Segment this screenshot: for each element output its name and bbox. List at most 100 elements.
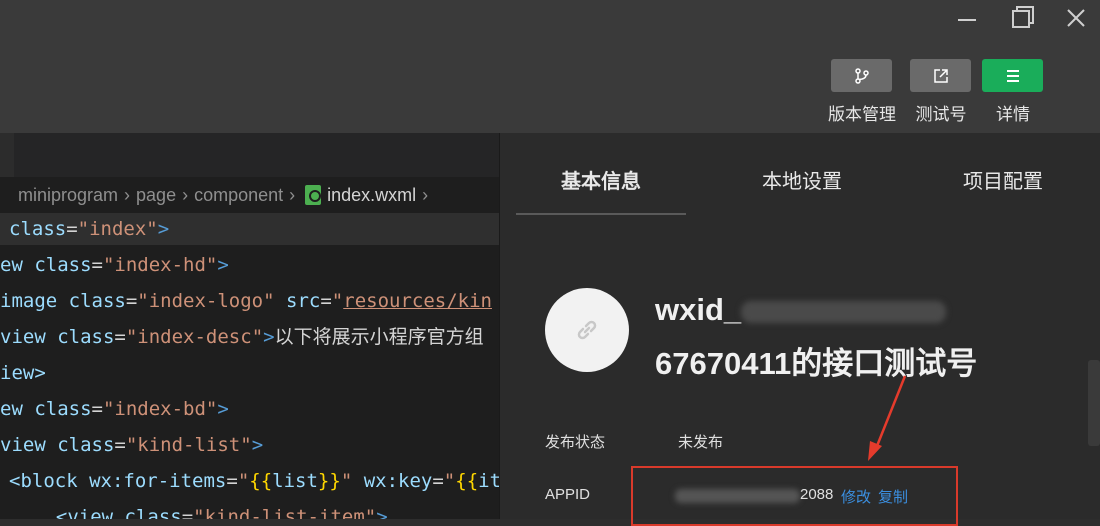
tab-local-settings[interactable]: 本地设置 xyxy=(762,165,842,194)
code-token: " xyxy=(340,470,353,492)
external-link-icon xyxy=(933,68,948,83)
code-token: " xyxy=(443,470,456,492)
code-token: class xyxy=(34,398,92,420)
copy-appid-link[interactable]: 复制 xyxy=(878,486,908,507)
code-token: view xyxy=(0,434,58,456)
code-token: class xyxy=(124,506,182,519)
code-token: {{ xyxy=(249,470,273,492)
details-label: 详情 xyxy=(996,105,1030,124)
project-title-prefix: wxid_ xyxy=(655,292,742,327)
code-token: = xyxy=(91,254,103,276)
code-token: {{ xyxy=(455,470,479,492)
chevron-right-icon: › xyxy=(182,184,189,205)
code-token: " xyxy=(237,470,250,492)
avatar xyxy=(545,288,629,372)
code-token: "index-logo" xyxy=(137,290,275,312)
breadcrumb-item[interactable]: miniprogram xyxy=(18,185,118,206)
code-token: = xyxy=(125,290,138,312)
wxml-file-icon xyxy=(305,185,322,205)
code-token: wx:key xyxy=(352,470,433,492)
chevron-right-icon: › xyxy=(289,184,296,205)
chevron-right-icon: › xyxy=(124,184,131,205)
code-token: "kind-list-item" xyxy=(193,506,377,519)
code-token: class xyxy=(34,254,92,276)
tab-project-config[interactable]: 项目配置 xyxy=(963,165,1043,194)
details-panel: 基本信息 本地设置 项目配置 wxid_67670411的接口测试号 发布状态 … xyxy=(499,133,1100,526)
code-token: resources/kin xyxy=(343,290,492,312)
modify-appid-link[interactable]: 修改 xyxy=(841,486,871,507)
code-token: 以下将展示小程序官方组 xyxy=(274,326,484,348)
code-line[interactable]: iew> xyxy=(0,357,499,389)
code-token: = xyxy=(114,326,126,348)
version-control-button[interactable] xyxy=(831,59,892,92)
details-button[interactable] xyxy=(982,59,1043,92)
title-bar: 版本管理 测试号 详情 xyxy=(0,0,1100,133)
code-token: = xyxy=(114,434,126,456)
code-line[interactable]: <block wx:for-items="{{list}}" wx:key="{… xyxy=(0,465,499,497)
code-token: > xyxy=(217,398,229,420)
code-token: = xyxy=(226,470,238,492)
editor-tab-strip[interactable] xyxy=(14,133,499,177)
publish-status-value: 未发布 xyxy=(678,434,724,451)
code-token: image xyxy=(0,290,69,312)
branch-icon xyxy=(854,67,869,84)
code-line[interactable]: view class="kind-list"> xyxy=(0,429,499,461)
code-token: iew> xyxy=(0,362,46,384)
tab-basic-info[interactable]: 基本信息 xyxy=(561,165,641,194)
code-line[interactable]: view class="index-desc">以下将展示小程序官方组 xyxy=(0,321,499,353)
code-token: = xyxy=(66,218,78,240)
version-control-label: 版本管理 xyxy=(828,105,896,124)
code-token: ew xyxy=(0,398,35,420)
code-line[interactable]: ew class="index-bd"> xyxy=(0,393,499,425)
code-token: }} xyxy=(317,470,341,492)
breadcrumb: miniprogram › page › component › index.w… xyxy=(0,181,499,209)
code-token: view xyxy=(0,326,58,348)
code-token: it xyxy=(478,470,499,492)
code-token: "index-bd" xyxy=(102,398,218,420)
code-token: ew xyxy=(0,254,35,276)
code-token: "index-desc" xyxy=(125,326,264,348)
code-token: <block xyxy=(9,470,90,492)
code-token: > xyxy=(217,254,229,276)
appid-value: 2088 xyxy=(800,486,834,503)
code-token: "index-hd" xyxy=(102,254,218,276)
breadcrumb-file[interactable]: index.wxml xyxy=(327,185,416,206)
redacted-appid xyxy=(675,489,800,503)
minimap-scrollbar[interactable] xyxy=(1088,360,1100,446)
code-line[interactable]: <view class="kind-list-item"> xyxy=(0,501,499,519)
code-token: = xyxy=(320,290,332,312)
breadcrumb-item[interactable]: page xyxy=(136,185,176,206)
maximize-icon[interactable] xyxy=(1003,4,1039,32)
code-line[interactable]: class="index"> xyxy=(0,213,499,245)
minimize-icon[interactable] xyxy=(948,4,984,32)
code-line[interactable]: ew class="index-hd"> xyxy=(0,249,499,281)
test-account-button[interactable] xyxy=(910,59,971,92)
code-token: > xyxy=(376,506,388,519)
menu-icon xyxy=(1006,69,1019,82)
code-token: = xyxy=(432,470,444,492)
code-token: <view xyxy=(33,506,125,519)
code-line[interactable]: image class="index-logo" src="resources/… xyxy=(0,285,499,317)
test-account-label: 测试号 xyxy=(915,105,967,124)
breadcrumb-item[interactable]: component xyxy=(194,185,283,206)
code-token: > xyxy=(263,326,275,348)
code-token: > xyxy=(157,218,170,240)
code-token: list xyxy=(272,470,318,492)
code-token: " xyxy=(331,290,344,312)
code-token: class xyxy=(57,326,115,348)
code-token: = xyxy=(181,506,194,519)
appid-label: APPID xyxy=(545,486,591,503)
project-title-suffix: 67670411的接口测试号 xyxy=(655,346,978,381)
editor-gutter xyxy=(0,133,14,177)
code-token: > xyxy=(251,434,264,456)
close-icon[interactable] xyxy=(1058,4,1094,32)
code-editor[interactable]: miniprogram › page › component › index.w… xyxy=(0,133,499,519)
code-token: = xyxy=(91,398,103,420)
code-token: "kind-list" xyxy=(125,434,252,456)
code-token: class xyxy=(57,434,115,456)
annotation-arrow xyxy=(868,375,907,461)
code-token: "index" xyxy=(77,218,158,240)
active-tab-underline xyxy=(516,213,686,215)
code-token: src xyxy=(274,290,321,312)
code-token: class xyxy=(68,290,126,312)
